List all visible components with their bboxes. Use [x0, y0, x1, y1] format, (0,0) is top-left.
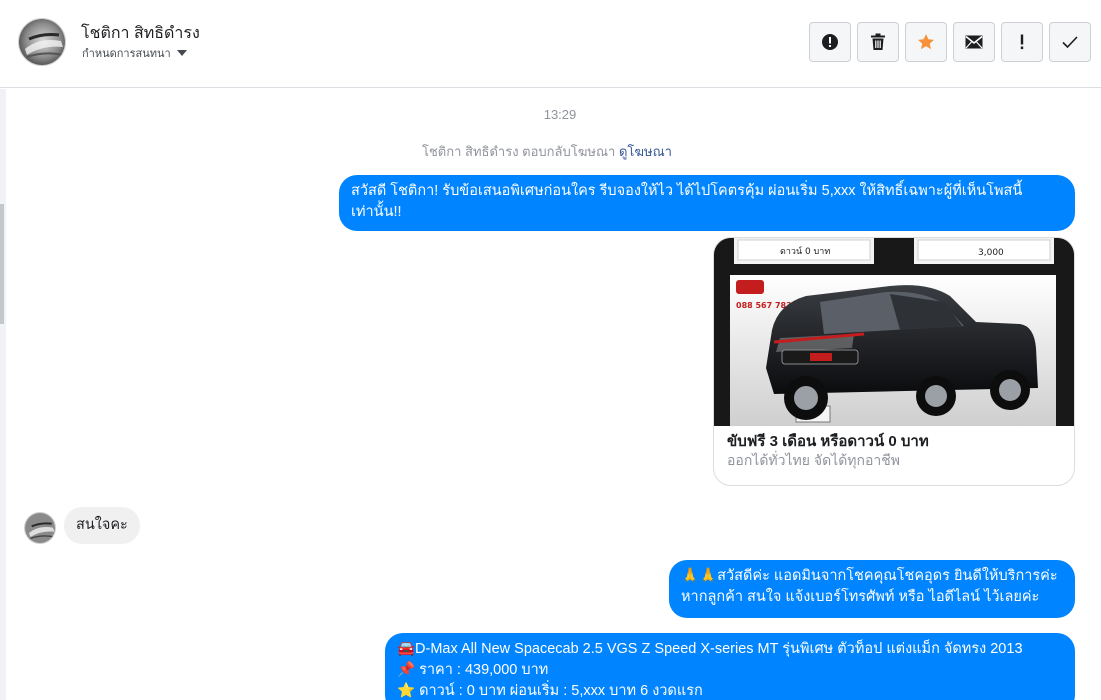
scrollbar[interactable]	[0, 89, 6, 700]
done-button[interactable]	[1049, 22, 1091, 62]
ad-image-text-right: 3,000	[978, 248, 1004, 258]
ad-image-text-left: ดาวน์ 0 บาท	[780, 245, 830, 257]
conversation-label-dropdown[interactable]: กำหนดการสนทนา	[82, 44, 187, 62]
check-icon	[1062, 36, 1078, 48]
exclamation-icon	[1020, 34, 1024, 50]
star-button[interactable]	[905, 22, 947, 62]
ad-image[interactable]: ดาวน์ 0 บาท 3,000 088 567 7832	[714, 238, 1074, 426]
conversation-header: โชติกา สิทธิดำรง กำหนดการสนทนา	[0, 0, 1101, 88]
conversation-label-text: กำหนดการสนทนา	[82, 48, 171, 60]
scrollbar-thumb[interactable]	[0, 204, 4, 324]
outgoing-message[interactable]: สวัสดี โชติกา! รับข้อเสนอพิเศษก่อนใคร รี…	[339, 175, 1075, 231]
important-button[interactable]	[1001, 22, 1043, 62]
report-icon	[822, 34, 838, 50]
caret-down-icon	[176, 50, 187, 56]
contact-avatar[interactable]	[18, 18, 66, 66]
outgoing-message[interactable]: 🙏🙏สวัสดีค่ะ แอดมินจากโชคคุณโชคอุดร ยินดี…	[669, 560, 1075, 618]
star-icon	[917, 34, 935, 50]
incoming-message[interactable]: สนใจคะ	[64, 507, 140, 544]
mark-unread-button[interactable]	[953, 22, 995, 62]
trash-icon	[871, 33, 885, 50]
ad-card-subtitle: ออกได้ทั่วไทย จัดได้ทุกอาชีพ	[727, 452, 901, 468]
ad-reply-text: โชติกา สิทธิดำรง ตอบกลับโฆษณา	[422, 144, 616, 159]
outgoing-message[interactable]: 🚘D-Max All New Spacecab 2.5 VGS Z Speed …	[385, 633, 1075, 700]
message-timestamp: 13:29	[543, 107, 577, 122]
ad-reply-note: โชติกา สิทธิดำรง ตอบกลับโฆษณา ดูโฆษณา	[422, 141, 672, 162]
contact-name[interactable]: โชติกา สิทธิดำรง	[81, 21, 200, 46]
message-line: 🚘D-Max All New Spacecab 2.5 VGS Z Speed …	[397, 641, 1023, 657]
conversation-toolbar	[809, 22, 1091, 62]
ad-card[interactable]: ดาวน์ 0 บาท 3,000 088 567 7832 ขับฟรี 3 …	[713, 237, 1075, 486]
envelope-icon	[965, 35, 983, 49]
delete-button[interactable]	[857, 22, 899, 62]
message-line: ⭐ ดาวน์ : 0 บาท ผ่อนเริ่ม : 5,xxx บาท 6 …	[397, 683, 703, 699]
report-button[interactable]	[809, 22, 851, 62]
view-ad-link[interactable]: ดูโฆษณา	[619, 144, 672, 159]
sender-avatar[interactable]	[24, 512, 56, 544]
message-line: 📌 ราคา : 439,000 บาท	[397, 662, 549, 678]
